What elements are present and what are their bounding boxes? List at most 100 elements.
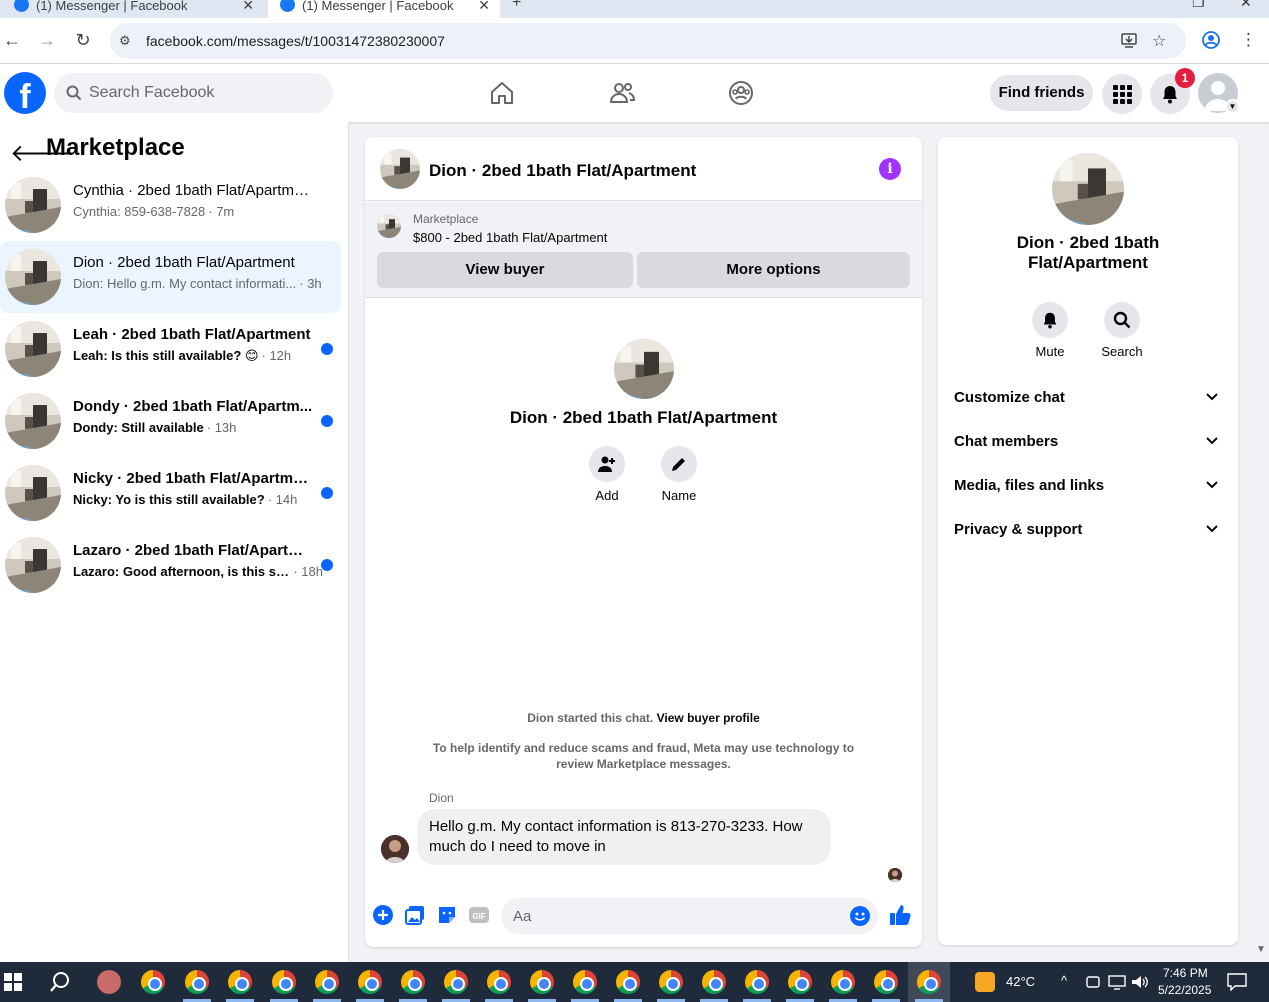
chrome-app-icon[interactable] <box>444 970 468 994</box>
close-tab-icon[interactable]: ✕ <box>242 0 254 14</box>
tab-title: (1) Messenger | Facebook <box>302 0 454 13</box>
chrome-app-icon[interactable] <box>487 970 511 994</box>
chrome-app-icon[interactable] <box>831 970 855 994</box>
browser-tab[interactable]: (1) Messenger | Facebook ✕ <box>2 0 264 18</box>
chrome-app-icon[interactable] <box>228 970 252 994</box>
clock-date[interactable]: 5/22/2025 <box>1158 983 1211 997</box>
view-buyer-button[interactable]: View buyer <box>377 252 633 288</box>
conversation-row[interactable]: Lazaro · 2bed 1bath Flat/Apartm... Lazaro… <box>0 529 341 601</box>
chrome-app-icon[interactable] <box>358 970 382 994</box>
url-text[interactable]: facebook.com/messages/t/1003147238023000… <box>146 33 445 49</box>
paint-app-icon[interactable] <box>97 970 121 994</box>
omnibox[interactable]: ⚙ facebook.com/messages/t/10031472380230… <box>110 23 1186 59</box>
chrome-app-icon[interactable] <box>874 970 898 994</box>
add-people-button[interactable]: Add <box>577 446 637 503</box>
back-icon[interactable]: ← <box>1 30 23 51</box>
room-photo-icon <box>5 537 61 593</box>
clock-time[interactable]: 7:46 PM <box>1163 966 1208 980</box>
customize-chat-section[interactable]: Customize chat <box>946 378 1230 418</box>
listing-price-title[interactable]: $800 - 2bed 1bath Flat/Apartment <box>413 230 607 245</box>
mute-button[interactable]: Mute <box>1020 302 1080 359</box>
menu-button[interactable] <box>1102 74 1142 114</box>
install-app-icon[interactable] <box>1120 31 1138 49</box>
conversation-row[interactable]: Leah · 2bed 1bath Flat/Apartment Leah: Is… <box>0 313 341 385</box>
emoji-icon[interactable] <box>850 906 870 926</box>
scroll-down-arrow-icon[interactable]: ▼ <box>1256 944 1266 955</box>
chrome-app-icon[interactable] <box>272 970 296 994</box>
search-icon[interactable] <box>49 971 71 993</box>
conversation-row[interactable]: Dondy · 2bed 1bath Flat/Apartm... Dondy: … <box>0 385 341 457</box>
message-composer[interactable] <box>501 898 878 934</box>
chrome-app-icon[interactable] <box>185 970 209 994</box>
sender-avatar[interactable] <box>381 835 409 863</box>
preview-time: · 12h <box>261 348 292 363</box>
info-icon[interactable]: i <box>879 158 901 180</box>
grid-menu-icon <box>1113 85 1132 104</box>
photo-icon[interactable] <box>404 904 426 926</box>
listing-thumbnail[interactable] <box>380 149 420 189</box>
new-tab-icon[interactable]: + <box>512 0 521 12</box>
view-buyer-profile-link[interactable]: View buyer profile <box>657 711 760 725</box>
room-photo-icon <box>5 465 61 521</box>
chrome-app-icon[interactable] <box>788 970 812 994</box>
thumbs-up-icon[interactable] <box>888 903 912 927</box>
chrome-app-icon[interactable] <box>315 970 339 994</box>
plus-icon[interactable] <box>372 904 394 926</box>
friends-icon[interactable] <box>607 78 637 108</box>
chrome-app-icon[interactable] <box>401 970 425 994</box>
facebook-logo-icon[interactable]: f <box>4 72 46 114</box>
chrome-app-icon[interactable] <box>141 970 165 994</box>
chrome-app-icon[interactable] <box>659 970 683 994</box>
chat-members-section[interactable]: Chat members <box>946 422 1230 462</box>
search-in-chat-button[interactable]: Search <box>1092 302 1152 359</box>
privacy-support-section[interactable]: Privacy & support <box>946 510 1230 550</box>
close-window-icon[interactable]: ✕ <box>1240 0 1252 11</box>
profile-icon[interactable] <box>1201 30 1221 50</box>
facebook-search[interactable] <box>54 73 333 113</box>
search-input[interactable] <box>89 73 319 113</box>
conversation-name: Dondy · 2bed 1bath Flat/Apartm... <box>73 398 313 415</box>
chrome-app-icon[interactable] <box>745 970 769 994</box>
windows-start-icon[interactable] <box>4 973 22 991</box>
conversation-row[interactable]: Cynthia · 2bed 1bath Flat/Apartment Cynth… <box>0 169 341 241</box>
network-icon[interactable] <box>1108 974 1126 990</box>
weather-icon[interactable] <box>975 972 995 992</box>
reload-icon[interactable]: ↻ <box>72 30 94 51</box>
message-input[interactable] <box>513 898 833 934</box>
gif-icon[interactable]: GIF <box>468 904 490 926</box>
listing-thumbnail <box>5 537 61 593</box>
restore-window-icon[interactable]: ❐ <box>1192 0 1205 11</box>
edit-name-button[interactable]: Name <box>649 446 709 503</box>
browser-tab-active[interactable]: (1) Messenger | Facebook ✕ <box>268 0 500 18</box>
home-icon[interactable] <box>487 78 517 108</box>
groups-icon[interactable] <box>726 78 756 108</box>
find-friends-button[interactable]: Find friends <box>990 75 1093 111</box>
meet-now-icon[interactable] <box>1085 974 1101 990</box>
more-options-button[interactable]: More options <box>637 252 910 288</box>
room-photo-icon <box>5 177 61 233</box>
chrome-app-icon[interactable] <box>573 970 597 994</box>
chat-title[interactable]: Dion · 2bed 1bath Flat/Apartment <box>429 161 696 181</box>
notification-center-icon[interactable] <box>1227 973 1247 991</box>
chevron-down-icon[interactable]: ▼ <box>1225 99 1240 114</box>
media-files-links-section[interactable]: Media, files and links <box>946 466 1230 506</box>
bookmark-star-icon[interactable]: ☆ <box>1152 31 1166 51</box>
message-bubble[interactable]: Hello g.m. My contact information is 813… <box>417 809 831 865</box>
listing-thumbnail[interactable] <box>377 214 401 238</box>
chrome-app-icon[interactable] <box>917 970 941 994</box>
conversation-row[interactable]: Nicky · 2bed 1bath Flat/Apartment Nicky: … <box>0 457 341 529</box>
chrome-app-icon[interactable] <box>530 970 554 994</box>
preview-text: Cynthia: 859-638-7828 <box>73 204 206 219</box>
site-info-icon[interactable]: ⚙ <box>119 33 131 49</box>
sticker-icon[interactable] <box>436 904 458 926</box>
temperature[interactable]: 42°C <box>1006 974 1035 989</box>
chrome-menu-icon[interactable]: ⋮ <box>1240 30 1257 50</box>
chrome-app-icon[interactable] <box>702 970 726 994</box>
chevron-up-icon[interactable]: ^ <box>1061 973 1067 988</box>
chrome-app-icon[interactable] <box>616 970 640 994</box>
conversation-row[interactable]: Dion · 2bed 1bath Flat/Apartment Dion: He… <box>0 241 341 313</box>
volume-icon[interactable] <box>1131 974 1149 990</box>
chevron-down-icon <box>1206 525 1218 533</box>
forward-icon[interactable]: → <box>36 30 58 51</box>
close-tab-icon[interactable]: ✕ <box>478 0 490 14</box>
